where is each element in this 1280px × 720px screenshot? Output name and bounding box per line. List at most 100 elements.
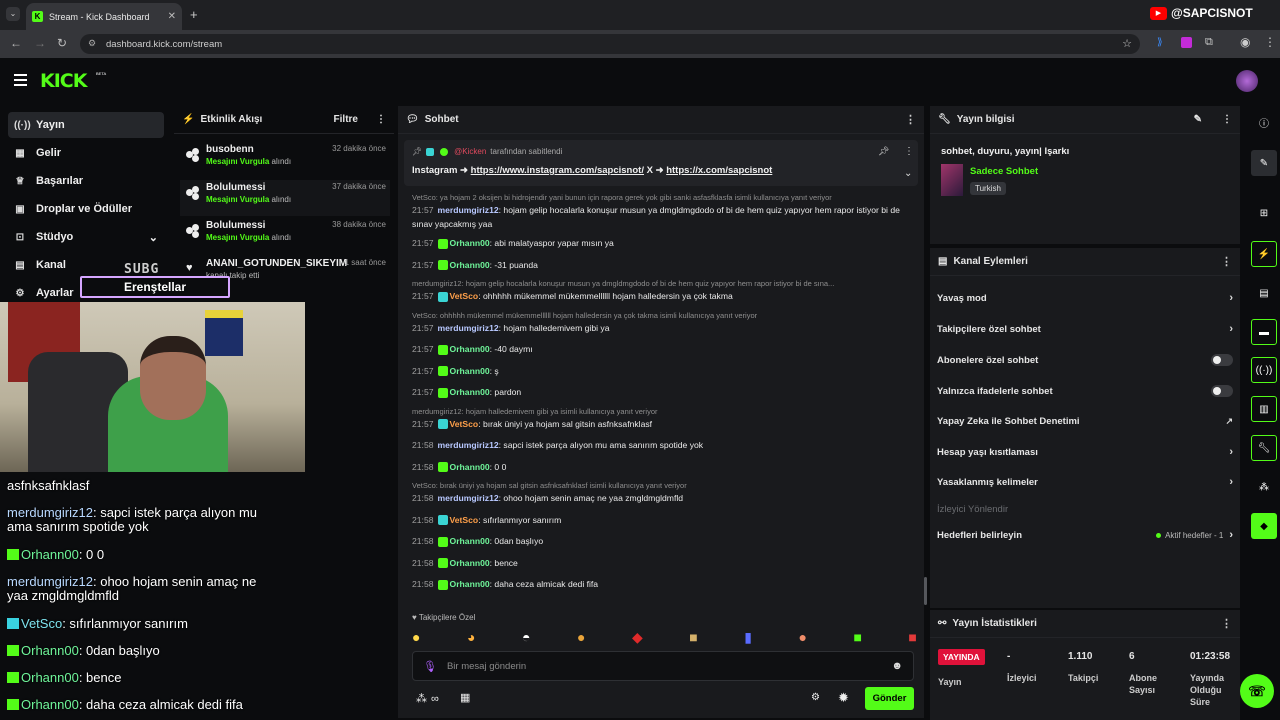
stream-stats-menu-icon[interactable]: ⋮ — [1221, 617, 1232, 630]
tab-search-button[interactable]: ⌄ — [6, 7, 20, 21]
broadcast-widget-icon[interactable]: ((·)) — [1251, 357, 1277, 383]
store-icon[interactable]: ▦ — [460, 691, 470, 704]
browser-menu-icon[interactable]: ⋮ — [1264, 35, 1276, 49]
message-username[interactable]: Orhann00 — [450, 558, 490, 568]
message-username[interactable]: VetSco — [450, 419, 479, 429]
chat-message[interactable]: 21:58 merdumgiriz12: ohoo hojam senin ama… — [412, 491, 917, 505]
emote-icon[interactable]: ● — [798, 629, 806, 645]
chat-message[interactable]: 21:57 Orhann00: ş — [412, 364, 917, 378]
followers-only-chat-row[interactable]: Takipçilere özel sohbet › — [937, 314, 1233, 344]
activity-item[interactable]: busobenn Mesajını Vurgula alındı 32 daki… — [180, 142, 390, 178]
message-username[interactable]: merdumgiriz12 — [438, 205, 499, 215]
chat-message[interactable]: 21:57 merdumgiriz12: hojam gelip hocalarl… — [412, 203, 917, 231]
kick-logo[interactable]: KICK — [40, 70, 87, 92]
kicks-widget-icon[interactable]: ⁂ — [1251, 474, 1277, 500]
x-link[interactable]: https://x.com/sapcisnot — [666, 165, 772, 176]
emote-icon[interactable]: ● — [577, 629, 585, 645]
emote-icon[interactable]: ◓ — [522, 629, 530, 645]
instagram-link[interactable]: https://www.instagram.com/sapcisnot/ — [471, 165, 644, 176]
reload-icon[interactable]: ↻ — [57, 36, 67, 50]
stats-widget-icon[interactable]: ▥ — [1251, 396, 1277, 422]
document-icon[interactable]: ▤ — [1251, 280, 1277, 306]
message-username[interactable]: merdumgiriz12 — [438, 323, 499, 333]
profile-icon[interactable]: ◉ — [1240, 35, 1250, 49]
subscribers-only-toggle[interactable] — [1211, 354, 1233, 366]
message-username[interactable]: Orhann00 — [450, 579, 490, 589]
message-username[interactable]: Orhann00 — [450, 238, 490, 248]
new-tab-button[interactable]: + — [190, 7, 198, 22]
message-username[interactable]: Orhann00 — [450, 387, 490, 397]
badge-gear-icon[interactable]: ✹ — [838, 690, 849, 706]
message-username[interactable]: Orhann00 — [450, 366, 490, 376]
chat-message[interactable]: 21:58 Orhann00: 0 0 — [412, 460, 917, 474]
banned-words-row[interactable]: Yasaklanmış kelimeler › — [937, 467, 1233, 497]
message-username[interactable]: merdumgiriz12 — [438, 440, 499, 450]
emote-icon[interactable]: ● — [412, 629, 420, 645]
slow-mode-row[interactable]: Yavaş mod › — [937, 283, 1233, 313]
account-age-row[interactable]: Hesap yaşı kısıtlaması › — [937, 437, 1233, 467]
chat-message[interactable]: 21:57 Orhann00: -31 puanda — [412, 258, 917, 272]
sidebar-item-gelir[interactable]: ▦ Gelir — [8, 140, 164, 166]
forward-icon[interactable]: → — [34, 36, 46, 50]
message-username[interactable]: Orhann00 — [450, 536, 490, 546]
edit-icon[interactable]: ✎ — [1194, 114, 1202, 125]
message-username[interactable]: Orhann00 — [450, 344, 490, 354]
tab-close-icon[interactable]: ✕ — [168, 11, 176, 22]
filter-button[interactable]: Filtre — [334, 114, 358, 125]
chat-message[interactable]: 21:57 VetSco: ohhhhh mükemmel mükemmellll… — [412, 289, 917, 303]
emote-icon[interactable]: ■ — [853, 629, 861, 645]
chat-message[interactable]: 21:58 Orhann00: bence — [412, 556, 917, 570]
help-chat-icon[interactable]: ☏ — [1240, 674, 1274, 708]
extensions-puzzle-icon[interactable]: ⧉ — [1205, 36, 1213, 49]
sidebar-item-yayin[interactable]: ((·)) Yayın — [8, 112, 164, 138]
emoji-picker-icon[interactable]: ☻ — [891, 660, 903, 672]
chat-message[interactable]: 21:57 VetSco: bırak üniyi ya hojam sal gi… — [412, 417, 917, 431]
message-username[interactable]: VetSco — [450, 515, 479, 525]
user-avatar[interactable] — [1236, 70, 1258, 92]
sidebar-item-studyo[interactable]: ⊡ Stüdyo ⌄ — [8, 224, 164, 250]
url-field[interactable]: ⚙ dashboard.kick.com/stream ☆ — [80, 34, 1140, 54]
message-username[interactable]: merdumgiriz12 — [438, 493, 499, 503]
expand-pinned-icon[interactable]: ⌄ — [904, 168, 912, 179]
chat-message[interactable]: 21:58 Orhann00: daha ceza almicak dedi fi… — [412, 577, 917, 591]
extension-icon[interactable]: ⟫ — [1157, 37, 1163, 48]
back-icon[interactable]: ← — [10, 36, 22, 50]
hamburger-menu-icon[interactable] — [14, 74, 27, 86]
activity-item[interactable]: Bolulumessi Mesajını Vurgula alındı 38 d… — [180, 218, 390, 254]
info-icon[interactable]: ⓘ — [1251, 109, 1277, 135]
sidebar-item-basarilar[interactable]: ♕ Başarılar — [8, 168, 164, 194]
emote-icon[interactable]: ◆ — [632, 629, 643, 646]
sidebar-item-droplar[interactable]: ▣ Droplar ve Ödüller — [8, 196, 164, 222]
browser-tab[interactable]: K Stream - Kick Dashboard ✕ — [26, 3, 182, 30]
chat-message[interactable]: 21:58 merdumgiriz12: sapci istek parça al… — [412, 438, 917, 452]
activity-item[interactable]: Bolulumessi Mesajını Vurgula alındı 37 d… — [180, 180, 390, 216]
message-username[interactable]: Orhann00 — [450, 260, 490, 270]
message-username[interactable]: VetSco — [450, 291, 479, 301]
emote-only-toggle[interactable] — [1211, 385, 1233, 397]
chat-menu-icon[interactable]: ⋮ — [905, 113, 916, 126]
stream-info-menu-icon[interactable]: ⋮ — [1222, 114, 1232, 125]
edit-layout-icon[interactable]: ✎ — [1251, 150, 1277, 176]
emote-icon[interactable]: ◕ — [467, 629, 475, 645]
chat-scrollbar[interactable] — [924, 577, 927, 605]
microphone-icon[interactable]: 🎙︎ — [423, 660, 437, 673]
chat-message[interactable]: 21:57 Orhann00: abi malatyaspor yapar mıs… — [412, 236, 917, 250]
ai-moderation-row[interactable]: Yapay Zeka ile Sohbet Denetimi ↗ — [937, 406, 1233, 436]
extension-app-icon[interactable] — [1181, 37, 1192, 48]
site-info-icon[interactable]: ⚙ — [88, 38, 96, 49]
chat-message[interactable]: 21:57 merdumgiriz12: hojam halledemivem g… — [412, 321, 917, 335]
bookmark-star-icon[interactable]: ☆ — [1122, 37, 1132, 50]
emote-icon[interactable]: ■ — [908, 629, 916, 645]
pinned-menu-icon[interactable]: ⋮ — [904, 146, 914, 157]
unpin-icon[interactable]: 📌︎ — [878, 146, 889, 157]
chat-message[interactable]: 21:57 Orhann00: pardon — [412, 385, 917, 399]
chat-settings-icon[interactable]: ⚙ — [811, 692, 820, 703]
chat-input[interactable]: 🎙︎ Bir mesaj gönderin ☻ — [412, 651, 914, 681]
apps-widget-icon[interactable]: ◆ — [1251, 513, 1277, 539]
goals-row[interactable]: Hedefleri belirleyin Aktif hedefler - 1 … — [937, 520, 1233, 550]
kicks-balance[interactable]: ⁂ ∞ — [416, 692, 439, 706]
chat-message[interactable]: 21:57 Orhann00: -40 daymı — [412, 342, 917, 356]
category-name[interactable]: Sadece Sohbet — [970, 166, 1038, 177]
channel-actions-menu-icon[interactable]: ⋮ — [1221, 255, 1232, 268]
message-username[interactable]: Orhann00 — [450, 462, 490, 472]
